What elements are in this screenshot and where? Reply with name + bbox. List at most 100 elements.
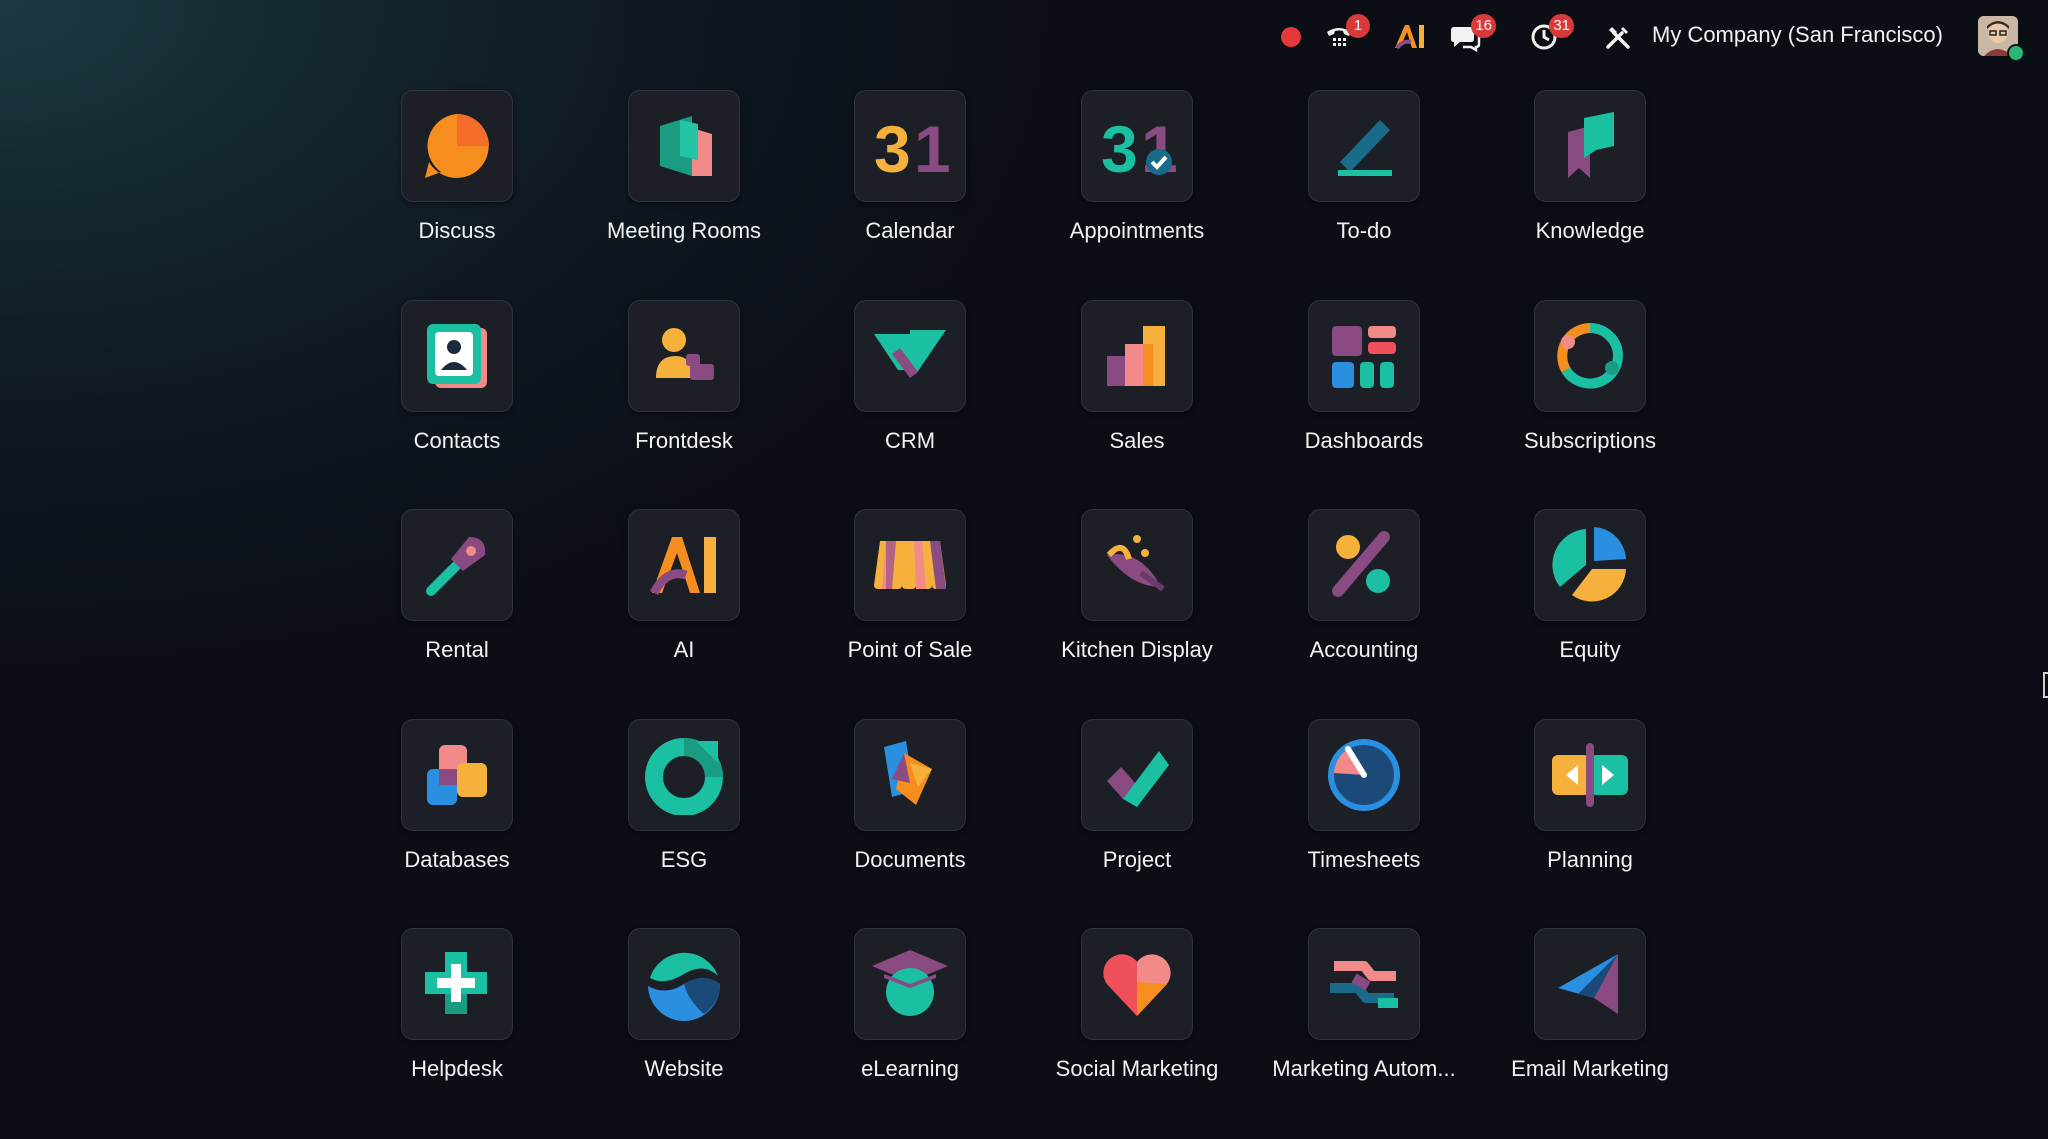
timesheets-icon: [1328, 739, 1400, 811]
app-project[interactable]: Project: [1027, 719, 1247, 899]
app-tile: [628, 300, 740, 412]
app-elearning[interactable]: eLearning: [800, 928, 1020, 1108]
app-label: Sales: [1109, 428, 1165, 453]
app-label: Kitchen Display: [1061, 637, 1213, 662]
app-label: AI: [673, 637, 695, 662]
app-tile: [854, 928, 966, 1040]
app-label: ESG: [660, 847, 708, 872]
app-label: Rental: [425, 637, 489, 662]
point-of-sale-icon: [874, 541, 946, 589]
app-contacts[interactable]: Contacts: [347, 300, 567, 480]
app-tile: [1081, 928, 1193, 1040]
app-label: Documents: [854, 847, 966, 872]
equity-icon: [1552, 527, 1626, 602]
app-tile: 3 1: [854, 90, 966, 202]
app-label: Frontdesk: [635, 428, 733, 453]
app-esg[interactable]: ESG: [574, 719, 794, 899]
app-label: Point of Sale: [847, 637, 973, 662]
app-tile: [628, 928, 740, 1040]
marketing-automation-icon: [1330, 961, 1398, 1008]
app-crm[interactable]: CRM: [800, 300, 1020, 480]
knowledge-icon: [1568, 112, 1614, 178]
app-ai[interactable]: AI: [574, 509, 794, 689]
social-marketing-icon: [1103, 954, 1171, 1016]
app-label: CRM: [884, 428, 936, 453]
app-label: Meeting Rooms: [606, 218, 762, 243]
app-timesheets[interactable]: Timesheets: [1254, 719, 1474, 899]
app-label: Subscriptions: [1523, 428, 1657, 453]
app-databases[interactable]: Databases: [347, 719, 567, 899]
app-email-marketing[interactable]: Email Marketing: [1480, 928, 1700, 1108]
svg-text:3: 3: [1101, 112, 1138, 182]
app-marketing-automation[interactable]: Marketing Autom...: [1254, 928, 1474, 1108]
subscriptions-icon: [1557, 323, 1623, 389]
website-icon: [648, 952, 721, 1022]
databases-icon: [427, 745, 487, 805]
app-label: Marketing Autom...: [1272, 1056, 1456, 1081]
app-subscriptions[interactable]: Subscriptions: [1480, 300, 1700, 480]
app-tile: [1534, 300, 1646, 412]
project-icon: [1107, 751, 1169, 807]
app-label: Project: [1102, 847, 1172, 872]
app-accounting[interactable]: Accounting: [1254, 509, 1474, 689]
app-tile: [1534, 928, 1646, 1040]
app-tile: [1308, 719, 1420, 831]
app-label: Knowledge: [1535, 218, 1645, 243]
documents-icon: [884, 741, 932, 805]
app-knowledge[interactable]: Knowledge: [1480, 90, 1700, 270]
text-cursor-icon: [2043, 672, 2048, 698]
crm-icon: [874, 330, 946, 378]
app-helpdesk[interactable]: Helpdesk: [347, 928, 567, 1108]
helpdesk-icon: [425, 952, 487, 1014]
ai-icon: [649, 537, 716, 596]
app-label: Social Marketing: [1055, 1056, 1219, 1081]
meeting-rooms-icon: [660, 116, 712, 176]
app-discuss[interactable]: Discuss: [347, 90, 567, 270]
app-rental[interactable]: Rental: [347, 509, 567, 689]
app-point-of-sale[interactable]: Point of Sale: [800, 509, 1020, 689]
app-label: Databases: [404, 847, 510, 872]
app-frontdesk[interactable]: Frontdesk: [574, 300, 794, 480]
app-tile: [1081, 719, 1193, 831]
app-tile: [401, 719, 513, 831]
planning-icon: [1552, 743, 1628, 807]
app-tile: [628, 719, 740, 831]
app-label: Calendar: [865, 218, 955, 243]
app-label: Website: [644, 1056, 724, 1081]
app-calendar[interactable]: 3 1 Calendar: [800, 90, 1020, 270]
app-label: To-do: [1336, 218, 1392, 243]
app-todo[interactable]: To-do: [1254, 90, 1474, 270]
app-tile: 3 1: [1081, 90, 1193, 202]
app-dashboards[interactable]: Dashboards: [1254, 300, 1474, 480]
calendar-icon: 3 1: [874, 112, 950, 182]
app-appointments[interactable]: 3 1 Appointments: [1027, 90, 1247, 270]
app-tile: [1534, 719, 1646, 831]
app-planning[interactable]: Planning: [1480, 719, 1700, 899]
app-kitchen-display[interactable]: Kitchen Display: [1027, 509, 1247, 689]
app-website[interactable]: Website: [574, 928, 794, 1108]
app-tile: [854, 719, 966, 831]
app-social-marketing[interactable]: Social Marketing: [1027, 928, 1247, 1108]
kitchen-display-icon: [1106, 535, 1165, 592]
app-tile: [401, 90, 513, 202]
contacts-icon: [427, 324, 487, 388]
rental-icon: [426, 537, 486, 596]
frontdesk-icon: [656, 328, 714, 380]
app-sales[interactable]: Sales: [1027, 300, 1247, 480]
app-meeting-rooms[interactable]: Meeting Rooms: [574, 90, 794, 270]
app-label: Planning: [1547, 847, 1633, 872]
app-grid: Discuss Meeting Rooms 3 1 Calendar 3 1 A…: [0, 0, 2048, 1139]
app-tile: [1081, 509, 1193, 621]
discuss-icon: [425, 114, 489, 178]
accounting-icon: [1332, 531, 1390, 597]
app-tile: [1308, 90, 1420, 202]
app-label: Accounting: [1309, 637, 1419, 662]
app-documents[interactable]: Documents: [800, 719, 1020, 899]
app-label: Appointments: [1069, 218, 1205, 243]
app-tile: [628, 509, 740, 621]
email-marketing-icon: [1558, 954, 1618, 1014]
svg-text:1: 1: [914, 112, 950, 182]
app-label: Helpdesk: [411, 1056, 503, 1081]
app-label: Timesheets: [1307, 847, 1421, 872]
app-equity[interactable]: Equity: [1480, 509, 1700, 689]
